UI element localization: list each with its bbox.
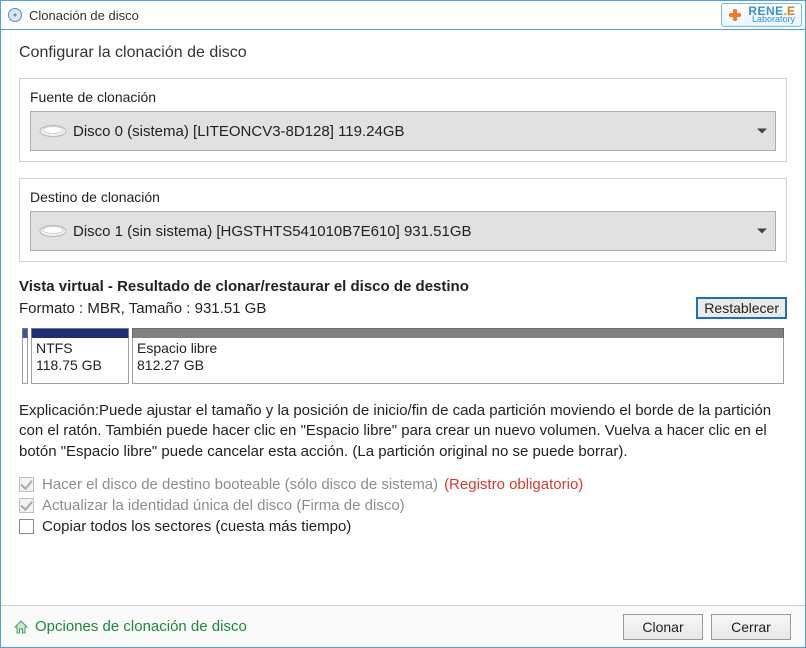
source-group: Fuente de clonación Disco 0 (sistema) [L… (19, 78, 787, 162)
option-update-identity: Actualizar la identidad única del disco … (19, 497, 787, 514)
partition-free-space[interactable]: Espacio libre 812.27 GB (132, 328, 784, 384)
titlebar: Clonación de disco RENE.E Laboratory (1, 1, 805, 30)
source-label: Fuente de clonación (30, 85, 776, 105)
page-title: Configurar la clonación de disco (19, 44, 787, 62)
clone-options-link-label: Opciones de clonación de disco (35, 618, 247, 635)
explanation-text: Explicación:Puede ajustar el tamaño y la… (19, 401, 787, 462)
registration-required-note: (Registro obligatorio) (444, 476, 583, 493)
checkbox-icon[interactable] (19, 519, 34, 534)
footer: Opciones de clonación de disco Clonar Ce… (1, 605, 805, 647)
partition-ntfs[interactable]: NTFS 118.75 GB (31, 328, 129, 384)
checkbox-icon (19, 477, 34, 492)
partition-free-size: 812.27 GB (137, 357, 779, 374)
target-label: Destino de clonación (30, 185, 776, 205)
checkbox-icon (19, 498, 34, 513)
option-make-bootable: Hacer el disco de destino booteable (sól… (19, 476, 787, 493)
brand-logo[interactable]: RENE.E Laboratory (721, 3, 802, 27)
chevron-down-icon (757, 229, 767, 234)
window: Clonación de disco RENE.E Laboratory Con… (0, 0, 806, 648)
target-combobox[interactable]: Disco 1 (sin sistema) [HGSTHTS541010B7E6… (30, 211, 776, 251)
preview-format: Formato : MBR, Tamaño : 931.51 GB (19, 300, 266, 317)
clone-button[interactable]: Clonar (623, 614, 703, 640)
option-copy-all-sectors[interactable]: Copiar todos los sectores (cuesta más ti… (19, 518, 787, 535)
options-checklist: Hacer el disco de destino booteable (sól… (19, 476, 787, 535)
partition-system-reserved[interactable] (22, 328, 28, 384)
brand-text: RENE.E Laboratory (748, 6, 795, 24)
close-button[interactable]: Cerrar (711, 614, 791, 640)
partition-ntfs-name: NTFS (36, 340, 124, 357)
option-make-bootable-label: Hacer el disco de destino booteable (sól… (42, 476, 438, 493)
partition-ntfs-size: 118.75 GB (36, 357, 124, 374)
partition-free-name: Espacio libre (137, 340, 779, 357)
chevron-down-icon (757, 129, 767, 134)
target-group: Destino de clonación Disco 1 (sin sistem… (19, 178, 787, 262)
source-selected-text: Disco 0 (sistema) [LITEONCV3-8D128] 119.… (73, 123, 405, 140)
hard-disk-icon (39, 224, 67, 238)
reset-button[interactable]: Restablecer (696, 297, 787, 319)
option-update-identity-label: Actualizar la identidad única del disco … (42, 497, 405, 514)
clone-options-link[interactable]: Opciones de clonación de disco (13, 618, 247, 635)
content: Configurar la clonación de disco Fuente … (1, 30, 805, 547)
preview-title: Vista virtual - Resultado de clonar/rest… (19, 278, 787, 295)
hard-disk-icon (39, 124, 67, 138)
disk-layout-visual: NTFS 118.75 GB Espacio libre 812.27 GB (19, 325, 787, 389)
brand-cross-icon (726, 6, 744, 24)
home-icon (13, 619, 29, 635)
disk-clone-icon (7, 7, 23, 23)
option-copy-all-sectors-label: Copiar todos los sectores (cuesta más ti… (42, 518, 351, 535)
target-selected-text: Disco 1 (sin sistema) [HGSTHTS541010B7E6… (73, 223, 472, 240)
source-combobox[interactable]: Disco 0 (sistema) [LITEONCV3-8D128] 119.… (30, 111, 776, 151)
window-title: Clonación de disco (29, 8, 139, 23)
